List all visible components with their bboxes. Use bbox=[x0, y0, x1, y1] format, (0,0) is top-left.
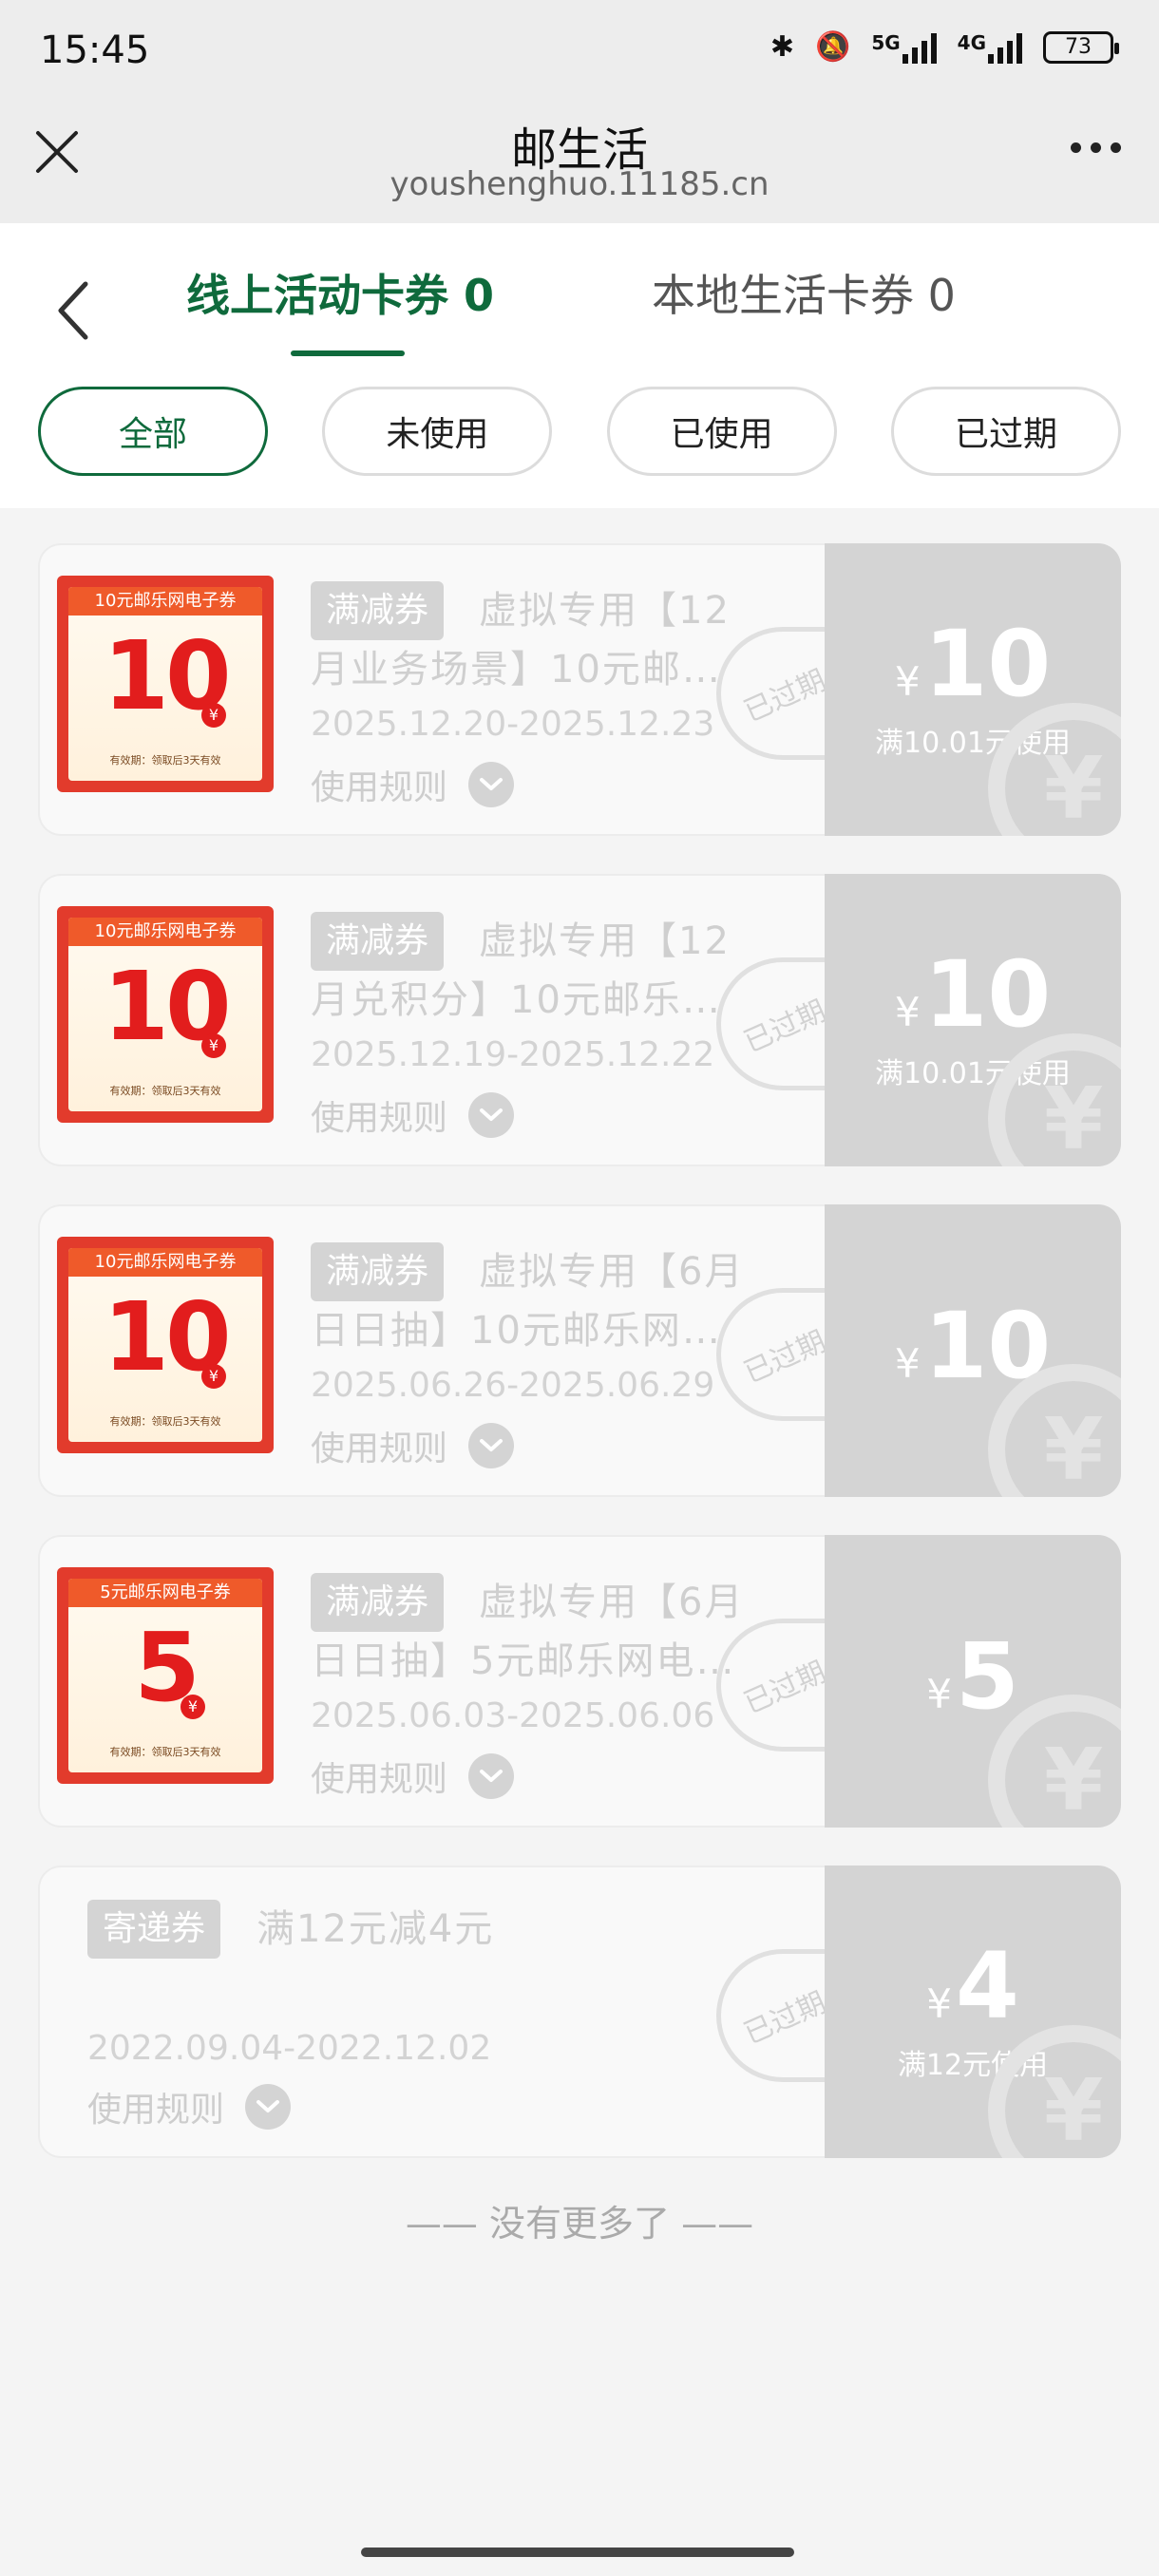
coupon-title-line2: 日日抽】5元邮乐网电… bbox=[311, 1639, 736, 1683]
coupon-date: 2025.06.26-2025.06.29 bbox=[311, 1366, 715, 1405]
expired-stamp: 已过期 bbox=[716, 1949, 825, 2082]
coupon-info: 10元邮乐网电子券 10 ¥ 有效期：领取后3天有效 满减券 虚拟专用【12 月… bbox=[38, 874, 825, 1166]
home-indicator[interactable] bbox=[361, 2548, 794, 2557]
coupon-image: 10元邮乐网电子券 10 ¥ 有效期：领取后3天有效 bbox=[57, 906, 274, 1123]
coupon-card[interactable]: 10元邮乐网电子券 10 ¥ 有效期：领取后3天有效 满减券 虚拟专用【6月 日… bbox=[38, 1204, 1121, 1497]
coupon-card[interactable]: 5元邮乐网电子券 5 ¥ 有效期：领取后3天有效 满减券 虚拟专用【6月 日日抽… bbox=[38, 1535, 1121, 1828]
chevron-down-icon bbox=[468, 762, 515, 807]
coupon-value: ¥ ¥10 bbox=[825, 1204, 1121, 1497]
coupon-type-tag: 满减券 bbox=[311, 912, 445, 971]
filter-unused[interactable]: 未使用 bbox=[322, 387, 553, 476]
coupon-title-line2: 日日抽】10元邮乐网… bbox=[311, 1309, 722, 1353]
chevron-down-icon bbox=[468, 1753, 515, 1799]
coupon-title: 虚拟专用【6月 bbox=[479, 1250, 745, 1294]
signal-4g: 4G bbox=[958, 31, 1022, 64]
battery-icon: 73 bbox=[1043, 30, 1119, 64]
coupon-date: 2025.12.19-2025.12.22 bbox=[311, 1035, 715, 1074]
tab-underline bbox=[291, 350, 405, 356]
signal-5g: 5G bbox=[871, 31, 937, 64]
bluetooth-icon: ✱ bbox=[770, 30, 794, 64]
tab-local-coupons[interactable]: 本地生活卡券 0 bbox=[652, 261, 956, 324]
expired-stamp: 已过期 bbox=[716, 627, 825, 760]
signal-bars-icon bbox=[988, 31, 1022, 64]
usage-rules-link[interactable]: 使用规则 bbox=[87, 2082, 292, 2131]
coupon-type-tag: 满减券 bbox=[311, 1573, 445, 1632]
coupon-type-tag: 寄递券 bbox=[87, 1900, 221, 1959]
expired-stamp: 已过期 bbox=[716, 957, 825, 1090]
usage-rules-link[interactable]: 使用规则 bbox=[311, 1752, 515, 1801]
coupon-card[interactable]: 寄递券 满12元减4元 2022.09.04-2022.12.02 使用规则 已… bbox=[38, 1866, 1121, 2158]
chevron-down-icon bbox=[245, 2084, 292, 2130]
coupon-image: 5元邮乐网电子券 5 ¥ 有效期：领取后3天有效 bbox=[57, 1567, 274, 1784]
status-bar: 15:45 ✱ 🔕 5G 4G 73 bbox=[0, 0, 1159, 104]
end-of-list-text: —— 没有更多了 —— bbox=[405, 2203, 754, 2245]
chevron-down-icon bbox=[468, 1092, 515, 1138]
coupon-info: 10元邮乐网电子券 10 ¥ 有效期：领取后3天有效 满减券 虚拟专用【6月 日… bbox=[38, 1204, 825, 1497]
status-time: 15:45 bbox=[40, 28, 150, 72]
coupon-info: 5元邮乐网电子券 5 ¥ 有效期：领取后3天有效 满减券 虚拟专用【6月 日日抽… bbox=[38, 1535, 825, 1828]
coupon-title: 虚拟专用【6月 bbox=[479, 1581, 745, 1624]
coupon-value: ¥ ¥10 满10.01元使用 bbox=[825, 543, 1121, 836]
coupon-title-line2: 月业务场景】10元邮… bbox=[311, 648, 722, 691]
coupon-value: ¥ ¥10 满10.01元使用 bbox=[825, 874, 1121, 1166]
coupon-info: 10元邮乐网电子券 10 ¥ 有效期：领取后3天有效 满减券 虚拟专用【12 月… bbox=[38, 543, 825, 836]
tab-online-coupons[interactable]: 线上活动卡券 0 bbox=[186, 261, 494, 324]
coupon-title: 满12元减4元 bbox=[256, 1907, 495, 1951]
usage-rules-link[interactable]: 使用规则 bbox=[311, 1421, 515, 1470]
coupon-type-tag: 满减券 bbox=[311, 581, 445, 640]
more-icon[interactable] bbox=[1071, 142, 1121, 153]
coupon-date: 2022.09.04-2022.12.02 bbox=[87, 2029, 492, 2068]
filter-expired[interactable]: 已过期 bbox=[890, 387, 1121, 476]
coupon-type-tag: 满减券 bbox=[311, 1242, 445, 1301]
coupon-card[interactable]: 10元邮乐网电子券 10 ¥ 有效期：领取后3天有效 满减券 虚拟专用【12 月… bbox=[38, 543, 1121, 836]
filter-chips: 全部 未使用 已使用 已过期 bbox=[38, 387, 1121, 476]
coupon-amount: 10 bbox=[923, 611, 1052, 717]
status-icons: ✱ 🔕 5G 4G 73 bbox=[770, 30, 1119, 64]
nav-bar: 邮生活 youshenghuo.11185.cn bbox=[0, 104, 1159, 223]
signal-bars-icon bbox=[902, 31, 937, 64]
coupon-image: 10元邮乐网电子券 10 ¥ 有效期：领取后3天有效 bbox=[57, 576, 274, 792]
coupon-value: ¥ ¥5 bbox=[825, 1535, 1121, 1828]
coupon-title: 虚拟专用【12 bbox=[479, 589, 731, 633]
coupon-value: ¥ ¥4 满12元使用 bbox=[825, 1866, 1121, 2158]
filter-all[interactable]: 全部 bbox=[38, 387, 268, 476]
chevron-down-icon bbox=[468, 1423, 515, 1468]
coupon-amount: 5 bbox=[955, 1623, 1019, 1730]
expired-stamp: 已过期 bbox=[716, 1288, 825, 1421]
usage-rules-link[interactable]: 使用规则 bbox=[311, 760, 515, 809]
coupon-card[interactable]: 10元邮乐网电子券 10 ¥ 有效期：领取后3天有效 满减券 虚拟专用【12 月… bbox=[38, 874, 1121, 1166]
coupon-image: 10元邮乐网电子券 10 ¥ 有效期：领取后3天有效 bbox=[57, 1237, 274, 1453]
coupon-title: 虚拟专用【12 bbox=[479, 919, 731, 963]
usage-rules-link[interactable]: 使用规则 bbox=[311, 1090, 515, 1140]
coupon-date: 2025.12.20-2025.12.23 bbox=[311, 705, 715, 744]
coupon-date: 2025.06.03-2025.06.06 bbox=[311, 1696, 715, 1735]
page-url: youshenghuo.11185.cn bbox=[390, 165, 770, 203]
filter-used[interactable]: 已使用 bbox=[606, 387, 837, 476]
mute-icon: 🔕 bbox=[814, 30, 851, 64]
coupon-title-line2: 月兑积分】10元邮乐… bbox=[311, 978, 722, 1022]
back-icon[interactable] bbox=[49, 273, 97, 349]
coupon-amount: 4 bbox=[955, 1933, 1019, 2039]
coupon-amount: 10 bbox=[923, 941, 1052, 1048]
coupon-info: 寄递券 满12元减4元 2022.09.04-2022.12.02 使用规则 已… bbox=[38, 1866, 825, 2158]
coupon-header: 线上活动卡券 0 本地生活卡券 0 全部 未使用 已使用 已过期 bbox=[0, 223, 1159, 508]
